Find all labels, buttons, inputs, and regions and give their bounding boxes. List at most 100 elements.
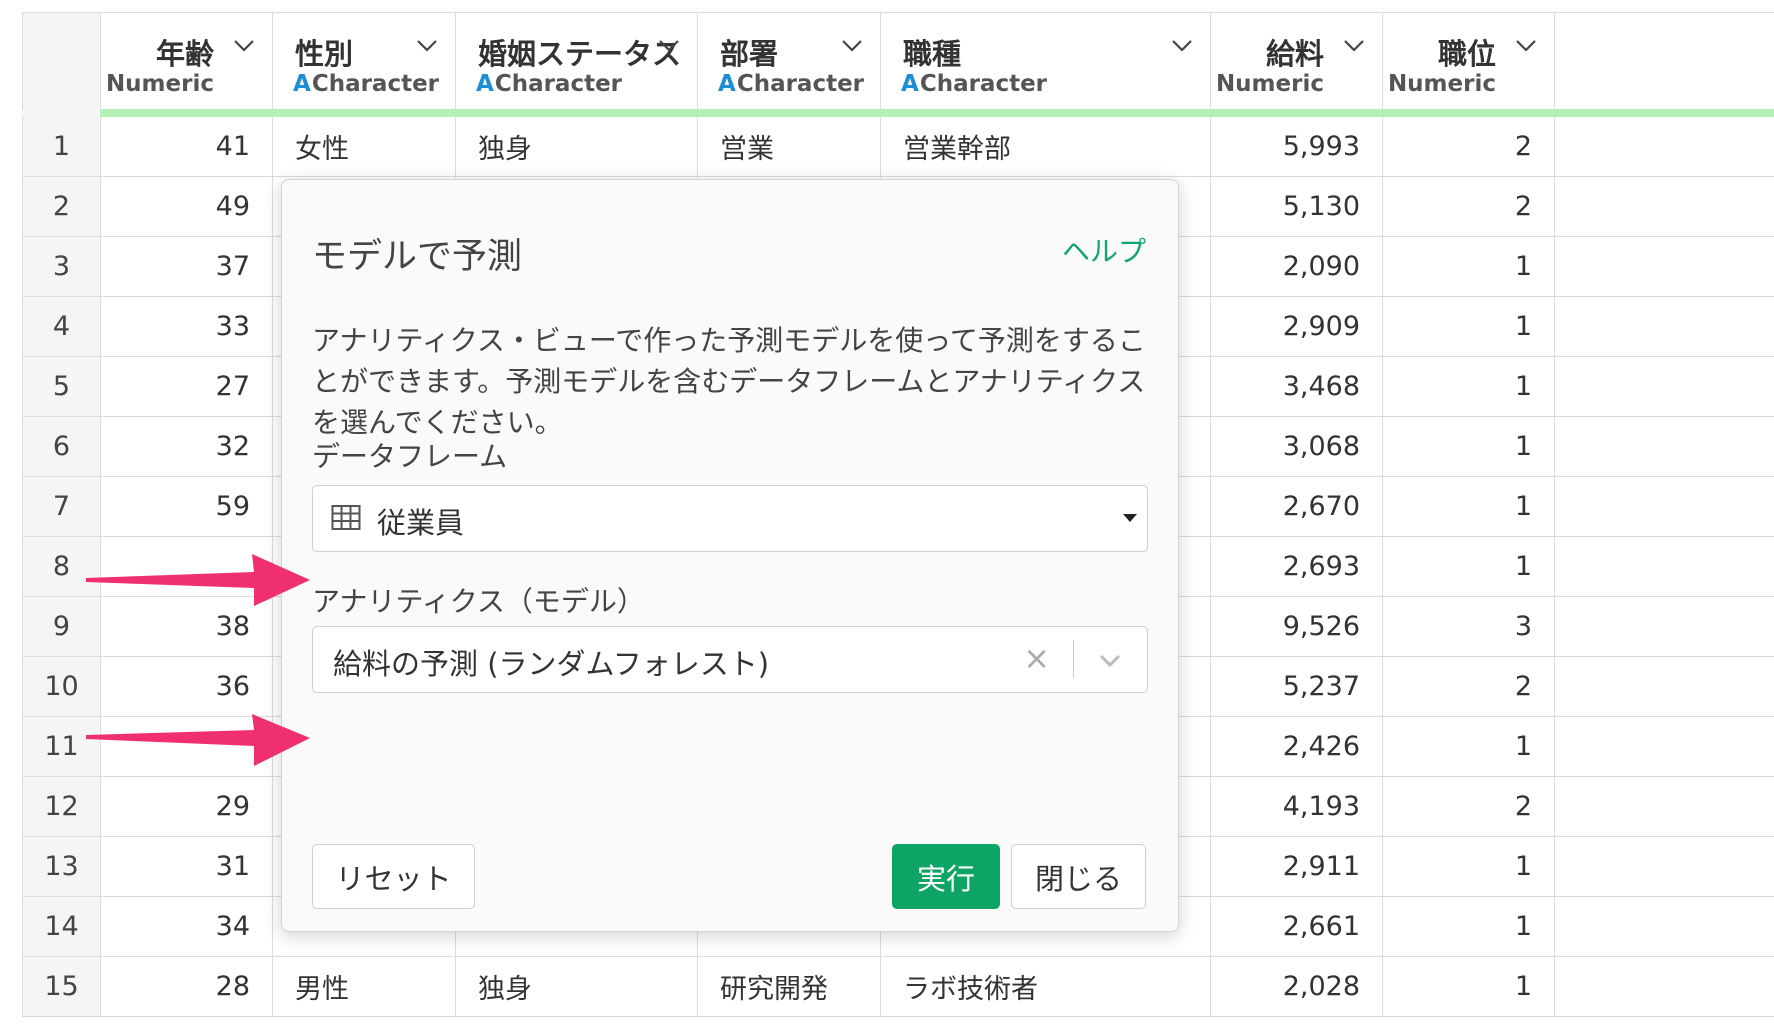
chevron-down-icon[interactable]	[657, 31, 681, 59]
dialog-title: モデルで予測	[312, 237, 523, 277]
table-cell[interactable]: 1	[1382, 836, 1555, 897]
table-cell[interactable]: 31	[100, 836, 273, 897]
table-cell[interactable]: 5,130	[1210, 176, 1383, 237]
column-name: 職位	[1437, 37, 1496, 71]
column-header-0[interactable]: 年齢#Numeric	[100, 12, 273, 117]
column-name: 給料	[1265, 37, 1324, 71]
column-type-label: Character	[494, 71, 623, 97]
table-cell[interactable]: 1	[1382, 296, 1555, 357]
table-cell-overflow	[1554, 896, 1774, 957]
predict-with-model-dialog: モデルで予測 ヘルプ アナリティクス・ビューで作った予測モデルを使って予測をする…	[281, 179, 1179, 932]
table-cell[interactable]: 5,993	[1210, 112, 1383, 177]
table-cell[interactable]: 3,068	[1210, 416, 1383, 477]
header-row: 年齢#Numeric性別ACharacter婚姻ステータスACharacter部…	[22, 12, 1774, 117]
dataframe-select[interactable]: 従業員	[312, 485, 1148, 552]
column-type-label: Numeric	[1387, 71, 1496, 97]
chevron-down-icon[interactable]	[840, 31, 864, 59]
close-button[interactable]: 閉じる	[1011, 844, 1146, 909]
table-cell[interactable]: 4,193	[1210, 776, 1383, 837]
analytics-select[interactable]: 給料の予測 (ランダムフォレスト) ×	[312, 626, 1148, 693]
table-cell-overflow	[1554, 296, 1774, 357]
table-cell[interactable]: 9,526	[1210, 596, 1383, 657]
row-number: 5	[22, 356, 101, 417]
table-cell-overflow	[1554, 476, 1774, 537]
table-cell[interactable]: 1	[1382, 896, 1555, 957]
table-cell[interactable]: 34	[100, 896, 273, 957]
table-cell[interactable]: 1	[1382, 416, 1555, 477]
table-cell[interactable]: 2,028	[1210, 956, 1383, 1017]
table-cell[interactable]: 独身	[455, 956, 698, 1017]
column-name: 部署	[720, 37, 779, 71]
table-cell[interactable]: 28	[100, 956, 273, 1017]
table-cell[interactable]: 33	[100, 296, 273, 357]
table-cell[interactable]: 1	[1382, 536, 1555, 597]
row-number: 13	[22, 836, 101, 897]
help-link[interactable]: ヘルプ	[1062, 230, 1146, 270]
table-cell[interactable]: 2,661	[1210, 896, 1383, 957]
column-header-3[interactable]: 部署 ACharacter	[697, 12, 881, 117]
table-cell[interactable]: 1	[1382, 476, 1555, 537]
table-cell[interactable]: 41	[100, 112, 273, 177]
annotation-arrow-dataframe	[86, 554, 310, 606]
column-type-label: Character	[919, 71, 1048, 97]
table-cell[interactable]: 研究開発	[697, 956, 881, 1017]
table-cell[interactable]: 49	[100, 176, 273, 237]
table-cell[interactable]: 29	[100, 776, 273, 837]
row-number-header	[22, 12, 101, 116]
table-cell[interactable]: 2,693	[1210, 536, 1383, 597]
column-type: ACharacter	[293, 71, 439, 97]
table-cell[interactable]: 2,670	[1210, 476, 1383, 537]
table-cell[interactable]: 37	[100, 236, 273, 297]
table-cell[interactable]: 2	[1382, 656, 1555, 717]
dialog-description: アナリティクス・ビューで作った予測モデルを使って予測をすることができます。予測モ…	[312, 324, 1146, 439]
table-cell[interactable]: 3	[1382, 596, 1555, 657]
row-number: 1	[22, 112, 101, 177]
table-cell[interactable]: 男性	[272, 956, 456, 1017]
table-cell[interactable]: 営業幹部	[880, 112, 1211, 177]
column-header-6[interactable]: 職位#Numeric	[1382, 12, 1555, 117]
table-icon	[331, 505, 361, 530]
table-cell[interactable]: 3,468	[1210, 356, 1383, 417]
table-cell[interactable]: 2	[1382, 176, 1555, 237]
table-cell[interactable]: 59	[100, 476, 273, 537]
column-type: ACharacter	[718, 71, 864, 97]
table-cell[interactable]: 独身	[455, 112, 698, 177]
table-cell-overflow	[1554, 356, 1774, 417]
table-cell[interactable]: 2,911	[1210, 836, 1383, 897]
table-cell[interactable]: 2	[1382, 112, 1555, 177]
analytics-label: アナリティクス（モデル）	[312, 585, 645, 618]
table-cell[interactable]: 2,090	[1210, 236, 1383, 297]
reset-button[interactable]: リセット	[312, 844, 475, 909]
chevron-down-icon[interactable]	[415, 31, 439, 59]
table-cell[interactable]: 27	[100, 356, 273, 417]
chevron-down-icon[interactable]	[1170, 31, 1194, 59]
clear-icon[interactable]: ×	[1023, 639, 1050, 677]
table-cell[interactable]: 5,237	[1210, 656, 1383, 717]
table-cell[interactable]: 女性	[272, 112, 456, 177]
table-cell[interactable]: 32	[100, 416, 273, 477]
table-cell[interactable]: 営業	[697, 112, 881, 177]
column-header-2[interactable]: 婚姻ステータス ACharacter	[455, 12, 698, 117]
chevron-down-icon[interactable]	[1097, 647, 1123, 673]
table-cell[interactable]: ラボ技術者	[880, 956, 1211, 1017]
column-header-4[interactable]: 職種 ACharacter	[880, 12, 1211, 117]
table-cell[interactable]: 2,909	[1210, 296, 1383, 357]
row-number: 7	[22, 476, 101, 537]
chevron-down-icon[interactable]	[232, 31, 256, 59]
table-cell[interactable]: 1	[1382, 956, 1555, 1017]
run-button[interactable]: 実行	[892, 844, 1000, 909]
chevron-down-icon[interactable]	[1514, 31, 1538, 59]
dataframe-label: データフレーム	[312, 440, 508, 473]
table-cell[interactable]: 2	[1382, 776, 1555, 837]
select-separator	[1073, 640, 1074, 678]
column-header-5[interactable]: 給料#Numeric	[1210, 12, 1383, 117]
column-name: 性別	[295, 37, 354, 71]
character-type-icon: A	[476, 71, 494, 97]
table-cell[interactable]: 1	[1382, 356, 1555, 417]
table-cell[interactable]: 1	[1382, 716, 1555, 777]
character-type-icon: A	[293, 71, 311, 97]
chevron-down-icon[interactable]	[1342, 31, 1366, 59]
column-header-1[interactable]: 性別 ACharacter	[272, 12, 456, 117]
table-cell[interactable]: 1	[1382, 236, 1555, 297]
table-cell[interactable]: 2,426	[1210, 716, 1383, 777]
